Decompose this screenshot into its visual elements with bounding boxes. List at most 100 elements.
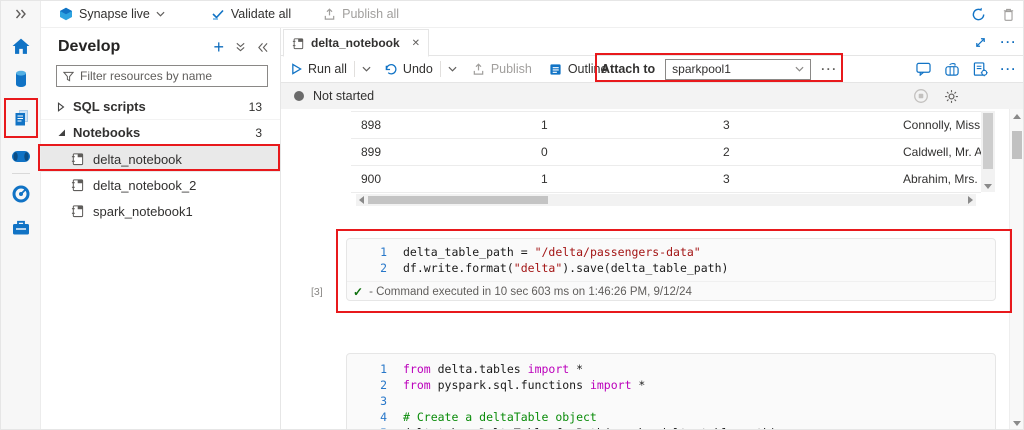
attach-to-label: Attach to	[601, 62, 655, 76]
nav-home-button[interactable]	[1, 35, 41, 57]
run-all-button[interactable]: Run all	[291, 62, 347, 76]
validate-check-icon	[211, 8, 225, 20]
attach-to-dropdown[interactable]: sparkpool1	[665, 59, 811, 80]
nav-develop-button[interactable]	[1, 104, 41, 132]
scroll-right-arrow[interactable]	[968, 196, 973, 204]
pipeline-icon	[11, 150, 31, 163]
add-resource-button[interactable]: +	[213, 38, 224, 56]
table-cell: 898	[351, 118, 531, 132]
notebook-scrollbar-thumb[interactable]	[1012, 131, 1022, 159]
tab-delta-notebook[interactable]: delta_notebook ✕	[283, 29, 429, 57]
code-text: deltatab = DeltaTable.forPath(spark, del…	[387, 426, 777, 430]
spark-pool-icon[interactable]	[944, 62, 960, 77]
settings-gear-icon[interactable]	[944, 89, 959, 104]
validate-all-button[interactable]: Validate all	[201, 1, 301, 27]
session-status-dot	[294, 91, 304, 101]
filter-resources-input[interactable]	[80, 69, 261, 83]
left-nav-rail	[1, 1, 41, 430]
undo-options-chevron-icon[interactable]	[448, 66, 457, 72]
table-cell: Abrahim, Mrs. Josep	[893, 172, 981, 186]
code-line: 1 from delta.tables import *	[347, 361, 995, 377]
scroll-down-arrow[interactable]	[1013, 421, 1021, 426]
rail-divider	[12, 173, 30, 174]
notebook-vertical-scrollbar[interactable]	[1009, 109, 1023, 430]
publish-all-button[interactable]: Publish all	[313, 1, 409, 27]
tree-section-notebooks[interactable]: Notebooks 3	[41, 120, 280, 146]
tree-item-delta-notebook-2[interactable]: delta_notebook_2	[41, 172, 280, 198]
line-number: 4	[347, 410, 387, 424]
toolbar-right-group: ···	[916, 56, 1018, 82]
code-line: 2 df.write.format("delta").save(delta_ta…	[347, 260, 995, 276]
table-cell: 3	[713, 118, 893, 132]
code-text: from delta.tables import *	[387, 362, 583, 376]
scroll-up-arrow[interactable]	[1013, 114, 1021, 119]
code-text: delta_table_path = "/delta/passengers-da…	[387, 245, 701, 259]
attach-to-value: sparkpool1	[672, 62, 795, 76]
stop-session-icon[interactable]	[913, 88, 929, 104]
undo-button[interactable]: Undo	[384, 62, 433, 76]
table-hscrollbar-thumb[interactable]	[368, 196, 548, 204]
notebook-icon	[71, 152, 84, 166]
double-chevron-right-icon	[15, 9, 27, 19]
develop-icon	[13, 109, 30, 127]
line-number: 1	[347, 245, 387, 259]
discard-trash-icon[interactable]	[1002, 7, 1015, 22]
notebook-icon	[71, 204, 84, 218]
comments-icon[interactable]	[916, 62, 931, 76]
code-cell-2[interactable]: 1 from delta.tables import * 2 from pysp…	[346, 353, 996, 430]
nav-data-button[interactable]	[1, 67, 41, 91]
scroll-left-arrow[interactable]	[359, 196, 364, 204]
table-row[interactable]: 900 1 3 Abrahim, Mrs. Josep	[351, 165, 981, 192]
tree-item-spark-notebook1[interactable]: spark_notebook1	[41, 198, 280, 224]
toolbar-more-actions-icon[interactable]: ···	[1001, 62, 1018, 76]
collapse-all-icon[interactable]	[235, 41, 246, 53]
close-tab-icon[interactable]: ✕	[412, 38, 420, 49]
expand-editor-icon[interactable]	[974, 36, 987, 49]
attach-more-actions-icon[interactable]: ···	[821, 62, 838, 76]
nav-monitor-button[interactable]	[1, 183, 41, 205]
nav-integrate-button[interactable]	[1, 145, 41, 167]
section-label: Notebooks	[73, 125, 140, 140]
tabbar-right-actions: ···	[974, 28, 1018, 56]
monitor-gauge-icon	[12, 185, 30, 203]
table-cell: 899	[351, 145, 531, 159]
code-line: 1 delta_table_path = "/delta/passengers-…	[347, 244, 995, 260]
notebook-toolbar: Run all Undo Publish Outline	[281, 56, 1024, 83]
resource-tree: SQL scripts 13 Notebooks 3 delta_noteboo…	[41, 94, 280, 224]
tab-title: delta_notebook	[311, 36, 405, 50]
session-status-bar: Not started	[281, 83, 1024, 109]
code-line: 5 deltatab = DeltaTable.forPath(spark, d…	[347, 425, 995, 430]
table-cell: 900	[351, 172, 531, 186]
refresh-icon[interactable]	[971, 7, 986, 22]
table-scrollbar-thumb[interactable]	[983, 113, 993, 169]
table-row[interactable]: 899 0 2 Caldwell, Mr. Albert	[351, 138, 981, 165]
scroll-down-arrow[interactable]	[984, 184, 992, 189]
tree-item-label: delta_notebook_2	[93, 178, 196, 193]
table-row[interactable]: 898 1 3 Connolly, Miss. Kate	[351, 111, 981, 138]
table-cell: 3	[713, 172, 893, 186]
publish-button[interactable]: Publish	[472, 62, 532, 76]
tree-item-delta-notebook[interactable]: delta_notebook	[41, 146, 280, 172]
chevron-right-icon	[57, 102, 71, 112]
nav-manage-button[interactable]	[1, 216, 41, 238]
develop-panel: Develop + SQL scripts 13 Notebooks 3 de	[41, 28, 281, 430]
run-all-label: Run all	[308, 62, 347, 76]
branch-mode-dropdown[interactable]: Synapse live	[49, 1, 175, 27]
tab-more-actions-icon[interactable]: ···	[1001, 35, 1018, 49]
run-options-chevron-icon[interactable]	[362, 66, 371, 72]
expand-rail-button[interactable]	[1, 5, 41, 23]
code-cell-1[interactable]: 1 delta_table_path = "/delta/passengers-…	[346, 238, 996, 301]
tree-section-sql-scripts[interactable]: SQL scripts 13	[41, 94, 280, 120]
execution-status-text: - Command executed in 10 sec 603 ms on 1…	[369, 286, 692, 298]
outline-button[interactable]: Outline	[549, 62, 608, 76]
filter-resources-box	[56, 65, 268, 87]
editor-tab-bar: delta_notebook ✕ ···	[281, 28, 1024, 56]
code-line: 4 # Create a deltaTable object	[347, 409, 995, 425]
table-horizontal-scrollbar[interactable]	[356, 194, 976, 206]
line-number: 5	[347, 426, 387, 430]
table-vertical-scrollbar[interactable]	[981, 111, 995, 192]
collapse-panel-icon[interactable]	[257, 42, 268, 53]
line-number: 2	[347, 378, 387, 392]
session-config-icon[interactable]	[973, 62, 988, 77]
cell-execution-status: ✓ - Command executed in 10 sec 603 ms on…	[347, 281, 995, 301]
